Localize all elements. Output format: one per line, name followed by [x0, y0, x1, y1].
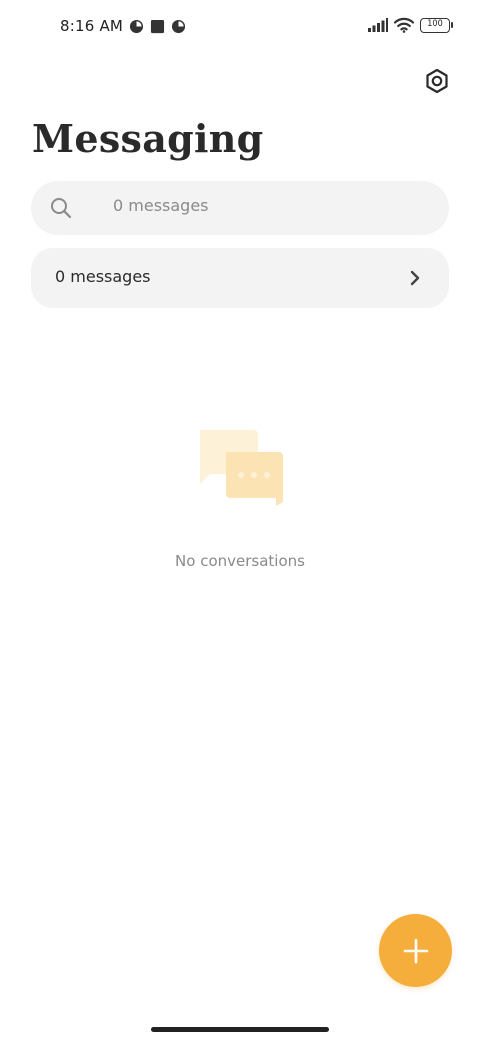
- signal-bars-icon: [368, 18, 388, 32]
- plus-icon: [403, 938, 428, 963]
- messages-summary-row[interactable]: 0 messages: [31, 248, 449, 308]
- chat-bubbles-icon: [200, 430, 283, 506]
- messages-row-label: 0 messages: [55, 267, 151, 286]
- new-conversation-button[interactable]: [379, 914, 452, 987]
- settings-button[interactable]: [422, 66, 452, 96]
- pie-chart-icon: [130, 19, 144, 33]
- settings-hexagon-icon: [426, 68, 448, 94]
- status-right: 100: [368, 17, 453, 33]
- battery-indicator: 100: [420, 17, 453, 33]
- square-app-icon: [151, 19, 165, 33]
- status-time: 8:16 AM: [60, 17, 124, 35]
- search-icon: [51, 198, 72, 219]
- messaging-screen: 8:16 AM 100 Messaging 0 messages 0 messa…: [0, 0, 480, 1040]
- home-indicator[interactable]: [151, 1027, 329, 1032]
- wifi-icon: [394, 17, 414, 33]
- status-bar: 8:16 AM 100: [0, 0, 480, 56]
- pie-chart-icon: [172, 19, 186, 33]
- search-bar[interactable]: 0 messages: [31, 181, 449, 235]
- search-input[interactable]: 0 messages: [113, 196, 209, 215]
- chevron-right-icon: [410, 270, 420, 286]
- empty-state-text: No conversations: [175, 552, 305, 570]
- status-left: 8:16 AM: [60, 17, 186, 35]
- page-title: Messaging: [32, 116, 264, 161]
